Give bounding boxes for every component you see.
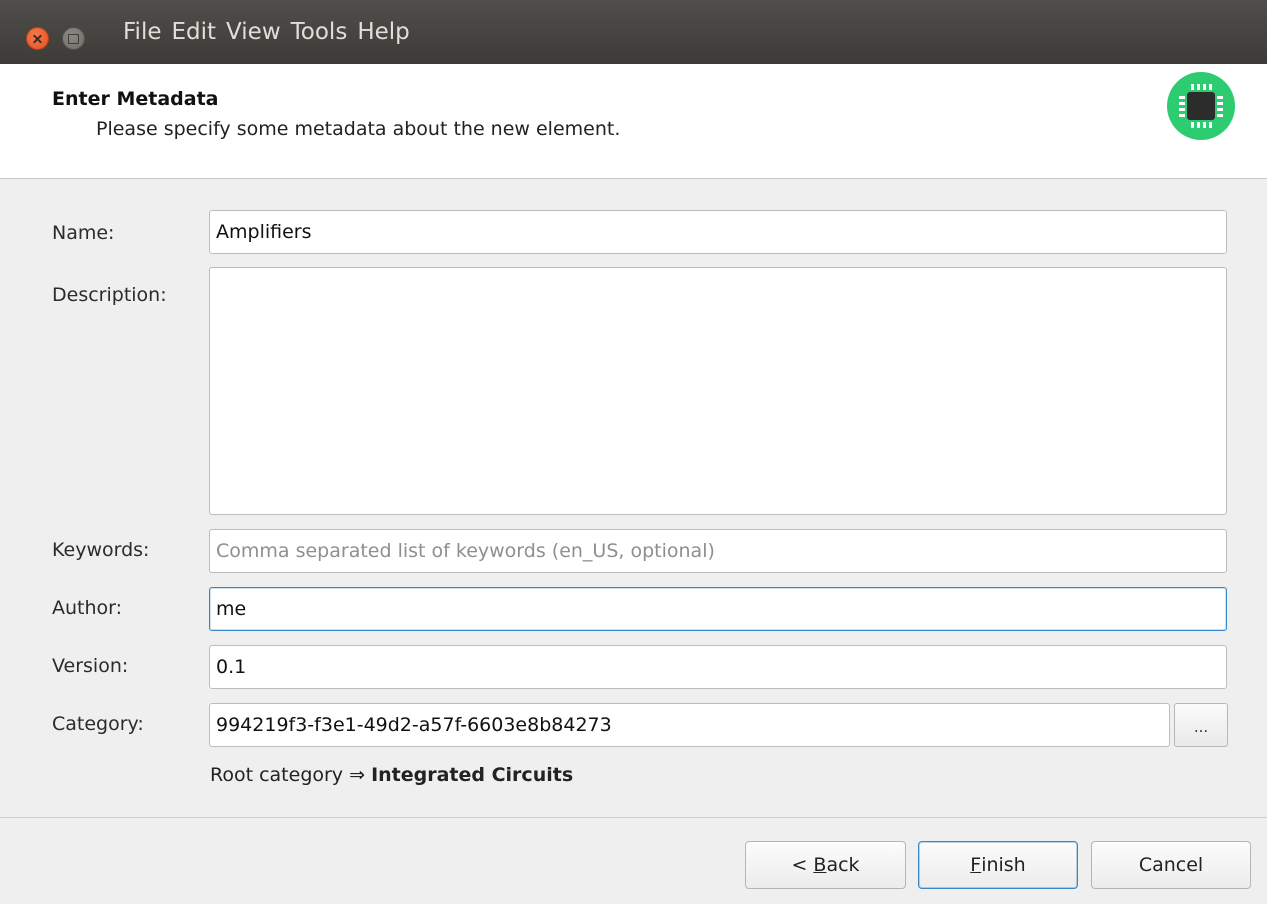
back-button-prefix: <	[791, 854, 814, 876]
title-bar: File Edit View Tools Help	[0, 0, 1267, 64]
author-input[interactable]	[209, 587, 1227, 631]
page-title: Enter Metadata	[52, 88, 219, 110]
menu-help[interactable]: Help	[357, 19, 419, 45]
category-label: Category:	[52, 713, 144, 735]
keywords-input[interactable]	[209, 529, 1227, 573]
menu-file[interactable]: File	[123, 19, 172, 45]
category-path-prefix: Root category ⇒	[210, 764, 372, 786]
finish-button-rest: inish	[981, 854, 1026, 876]
finish-button-mnemonic: F	[970, 854, 982, 876]
menu-view[interactable]: View	[226, 19, 291, 45]
maximize-window-icon[interactable]	[62, 27, 85, 50]
category-path-name: Integrated Circuits	[371, 764, 574, 786]
menu-tools[interactable]: Tools	[291, 19, 358, 45]
keywords-label: Keywords:	[52, 539, 150, 561]
finish-button[interactable]: Finish	[918, 841, 1078, 889]
wizard-header: Enter Metadata Please specify some metad…	[0, 64, 1267, 179]
description-label: Description:	[52, 284, 167, 306]
close-window-icon[interactable]	[26, 27, 49, 50]
footer-divider	[0, 817, 1267, 818]
version-label: Version:	[52, 655, 129, 677]
description-textarea[interactable]	[209, 267, 1227, 515]
category-path: Root category ⇒ Integrated Circuits	[210, 764, 573, 786]
integrated-circuit-icon	[1167, 72, 1235, 140]
browse-category-button[interactable]: ...	[1174, 703, 1228, 747]
menu-bar: File Edit View Tools Help	[123, 0, 420, 64]
back-button-mnemonic: B	[813, 854, 827, 876]
back-button-rest: ack	[826, 854, 860, 876]
name-label: Name:	[52, 222, 115, 244]
back-button[interactable]: < Back	[745, 841, 906, 889]
author-label: Author:	[52, 597, 123, 619]
version-input[interactable]	[209, 645, 1227, 689]
category-input[interactable]	[209, 703, 1170, 747]
cancel-button[interactable]: Cancel	[1091, 841, 1251, 889]
menu-edit[interactable]: Edit	[172, 19, 227, 45]
page-subtitle: Please specify some metadata about the n…	[96, 118, 621, 140]
name-input[interactable]	[209, 210, 1227, 254]
